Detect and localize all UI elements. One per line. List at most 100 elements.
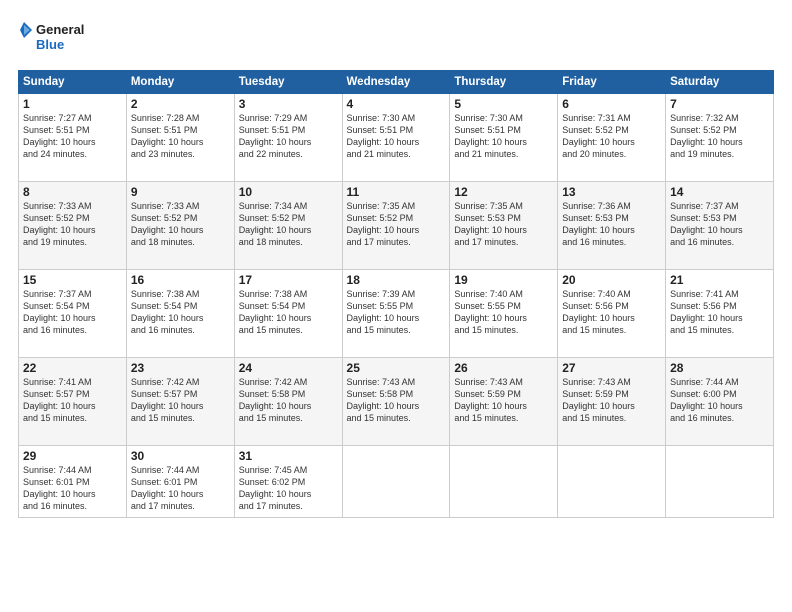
logo: General Blue <box>18 18 98 60</box>
calendar-cell: 16 Sunrise: 7:38 AMSunset: 5:54 PMDaylig… <box>126 270 234 358</box>
day-number: 29 <box>23 449 122 463</box>
calendar-cell <box>666 446 774 518</box>
day-number: 10 <box>239 185 338 199</box>
calendar-cell: 7 Sunrise: 7:32 AMSunset: 5:52 PMDayligh… <box>666 94 774 182</box>
day-info: Sunrise: 7:36 AMSunset: 5:53 PMDaylight:… <box>562 201 635 247</box>
day-info: Sunrise: 7:41 AMSunset: 5:56 PMDaylight:… <box>670 289 743 335</box>
svg-text:General: General <box>36 22 84 37</box>
calendar-cell: 13 Sunrise: 7:36 AMSunset: 5:53 PMDaylig… <box>558 182 666 270</box>
calendar-cell: 14 Sunrise: 7:37 AMSunset: 5:53 PMDaylig… <box>666 182 774 270</box>
day-number: 30 <box>131 449 230 463</box>
day-info: Sunrise: 7:44 AMSunset: 6:00 PMDaylight:… <box>670 377 743 423</box>
day-number: 7 <box>670 97 769 111</box>
calendar-cell: 26 Sunrise: 7:43 AMSunset: 5:59 PMDaylig… <box>450 358 558 446</box>
day-info: Sunrise: 7:43 AMSunset: 5:59 PMDaylight:… <box>562 377 635 423</box>
col-header-wednesday: Wednesday <box>342 71 450 94</box>
svg-text:Blue: Blue <box>36 37 64 52</box>
day-number: 23 <box>131 361 230 375</box>
calendar-cell: 20 Sunrise: 7:40 AMSunset: 5:56 PMDaylig… <box>558 270 666 358</box>
day-number: 22 <box>23 361 122 375</box>
day-number: 19 <box>454 273 553 287</box>
day-number: 4 <box>347 97 446 111</box>
calendar-cell: 23 Sunrise: 7:42 AMSunset: 5:57 PMDaylig… <box>126 358 234 446</box>
day-number: 16 <box>131 273 230 287</box>
calendar-cell: 24 Sunrise: 7:42 AMSunset: 5:58 PMDaylig… <box>234 358 342 446</box>
day-number: 11 <box>347 185 446 199</box>
calendar-cell: 27 Sunrise: 7:43 AMSunset: 5:59 PMDaylig… <box>558 358 666 446</box>
calendar-cell: 8 Sunrise: 7:33 AMSunset: 5:52 PMDayligh… <box>19 182 127 270</box>
calendar-cell: 22 Sunrise: 7:41 AMSunset: 5:57 PMDaylig… <box>19 358 127 446</box>
day-number: 27 <box>562 361 661 375</box>
day-number: 21 <box>670 273 769 287</box>
day-info: Sunrise: 7:27 AMSunset: 5:51 PMDaylight:… <box>23 113 96 159</box>
day-number: 5 <box>454 97 553 111</box>
day-number: 9 <box>131 185 230 199</box>
calendar-cell: 19 Sunrise: 7:40 AMSunset: 5:55 PMDaylig… <box>450 270 558 358</box>
day-info: Sunrise: 7:40 AMSunset: 5:56 PMDaylight:… <box>562 289 635 335</box>
calendar-cell: 2 Sunrise: 7:28 AMSunset: 5:51 PMDayligh… <box>126 94 234 182</box>
calendar-cell: 21 Sunrise: 7:41 AMSunset: 5:56 PMDaylig… <box>666 270 774 358</box>
day-info: Sunrise: 7:35 AMSunset: 5:52 PMDaylight:… <box>347 201 420 247</box>
calendar-cell: 6 Sunrise: 7:31 AMSunset: 5:52 PMDayligh… <box>558 94 666 182</box>
col-header-sunday: Sunday <box>19 71 127 94</box>
col-header-friday: Friday <box>558 71 666 94</box>
calendar-cell: 15 Sunrise: 7:37 AMSunset: 5:54 PMDaylig… <box>19 270 127 358</box>
calendar-cell <box>558 446 666 518</box>
day-info: Sunrise: 7:33 AMSunset: 5:52 PMDaylight:… <box>23 201 96 247</box>
day-info: Sunrise: 7:43 AMSunset: 5:58 PMDaylight:… <box>347 377 420 423</box>
day-info: Sunrise: 7:30 AMSunset: 5:51 PMDaylight:… <box>347 113 420 159</box>
col-header-monday: Monday <box>126 71 234 94</box>
calendar-cell: 28 Sunrise: 7:44 AMSunset: 6:00 PMDaylig… <box>666 358 774 446</box>
col-header-tuesday: Tuesday <box>234 71 342 94</box>
day-number: 3 <box>239 97 338 111</box>
calendar-cell: 17 Sunrise: 7:38 AMSunset: 5:54 PMDaylig… <box>234 270 342 358</box>
calendar-cell: 10 Sunrise: 7:34 AMSunset: 5:52 PMDaylig… <box>234 182 342 270</box>
calendar-header-row: SundayMondayTuesdayWednesdayThursdayFrid… <box>19 71 774 94</box>
day-number: 2 <box>131 97 230 111</box>
day-number: 1 <box>23 97 122 111</box>
day-number: 13 <box>562 185 661 199</box>
calendar-cell: 5 Sunrise: 7:30 AMSunset: 5:51 PMDayligh… <box>450 94 558 182</box>
calendar-cell: 29 Sunrise: 7:44 AMSunset: 6:01 PMDaylig… <box>19 446 127 518</box>
day-info: Sunrise: 7:29 AMSunset: 5:51 PMDaylight:… <box>239 113 312 159</box>
day-number: 20 <box>562 273 661 287</box>
day-number: 8 <box>23 185 122 199</box>
calendar-cell: 11 Sunrise: 7:35 AMSunset: 5:52 PMDaylig… <box>342 182 450 270</box>
calendar-cell: 12 Sunrise: 7:35 AMSunset: 5:53 PMDaylig… <box>450 182 558 270</box>
day-info: Sunrise: 7:31 AMSunset: 5:52 PMDaylight:… <box>562 113 635 159</box>
calendar-cell: 3 Sunrise: 7:29 AMSunset: 5:51 PMDayligh… <box>234 94 342 182</box>
day-info: Sunrise: 7:44 AMSunset: 6:01 PMDaylight:… <box>131 465 204 511</box>
day-info: Sunrise: 7:28 AMSunset: 5:51 PMDaylight:… <box>131 113 204 159</box>
day-info: Sunrise: 7:30 AMSunset: 5:51 PMDaylight:… <box>454 113 527 159</box>
calendar-cell: 30 Sunrise: 7:44 AMSunset: 6:01 PMDaylig… <box>126 446 234 518</box>
day-info: Sunrise: 7:41 AMSunset: 5:57 PMDaylight:… <box>23 377 96 423</box>
day-info: Sunrise: 7:40 AMSunset: 5:55 PMDaylight:… <box>454 289 527 335</box>
day-info: Sunrise: 7:42 AMSunset: 5:58 PMDaylight:… <box>239 377 312 423</box>
calendar-cell: 25 Sunrise: 7:43 AMSunset: 5:58 PMDaylig… <box>342 358 450 446</box>
page-header: General Blue <box>18 18 774 60</box>
day-number: 17 <box>239 273 338 287</box>
day-number: 14 <box>670 185 769 199</box>
day-info: Sunrise: 7:39 AMSunset: 5:55 PMDaylight:… <box>347 289 420 335</box>
calendar-cell <box>342 446 450 518</box>
calendar-cell: 18 Sunrise: 7:39 AMSunset: 5:55 PMDaylig… <box>342 270 450 358</box>
day-info: Sunrise: 7:43 AMSunset: 5:59 PMDaylight:… <box>454 377 527 423</box>
calendar-cell: 9 Sunrise: 7:33 AMSunset: 5:52 PMDayligh… <box>126 182 234 270</box>
day-info: Sunrise: 7:45 AMSunset: 6:02 PMDaylight:… <box>239 465 312 511</box>
day-info: Sunrise: 7:42 AMSunset: 5:57 PMDaylight:… <box>131 377 204 423</box>
calendar-table: SundayMondayTuesdayWednesdayThursdayFrid… <box>18 70 774 518</box>
day-number: 31 <box>239 449 338 463</box>
day-info: Sunrise: 7:38 AMSunset: 5:54 PMDaylight:… <box>131 289 204 335</box>
day-info: Sunrise: 7:37 AMSunset: 5:53 PMDaylight:… <box>670 201 743 247</box>
day-info: Sunrise: 7:33 AMSunset: 5:52 PMDaylight:… <box>131 201 204 247</box>
day-number: 15 <box>23 273 122 287</box>
day-info: Sunrise: 7:34 AMSunset: 5:52 PMDaylight:… <box>239 201 312 247</box>
day-number: 24 <box>239 361 338 375</box>
day-number: 18 <box>347 273 446 287</box>
col-header-saturday: Saturday <box>666 71 774 94</box>
day-info: Sunrise: 7:44 AMSunset: 6:01 PMDaylight:… <box>23 465 96 511</box>
calendar-cell: 4 Sunrise: 7:30 AMSunset: 5:51 PMDayligh… <box>342 94 450 182</box>
col-header-thursday: Thursday <box>450 71 558 94</box>
day-info: Sunrise: 7:35 AMSunset: 5:53 PMDaylight:… <box>454 201 527 247</box>
day-number: 6 <box>562 97 661 111</box>
